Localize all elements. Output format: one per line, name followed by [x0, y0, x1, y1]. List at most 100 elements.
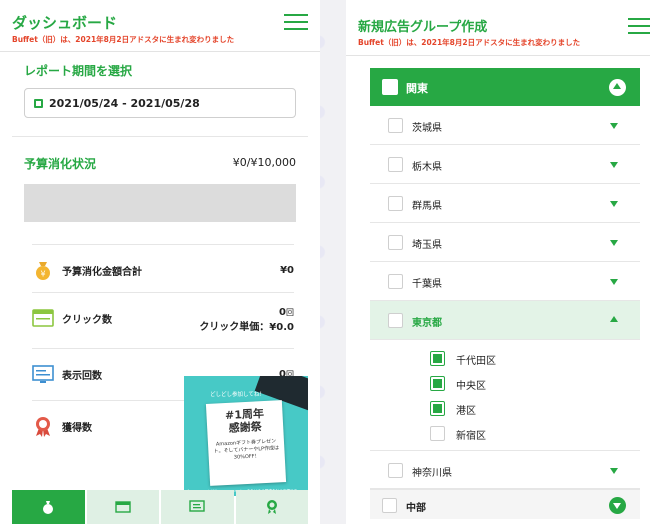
prefecture-checkbox[interactable] [388, 196, 403, 211]
ward-label: 中央区 [456, 381, 486, 392]
chevron-down-icon[interactable] [610, 162, 618, 168]
prefecture-label: 栃木県 [412, 162, 442, 173]
nav-tab-budget[interactable] [12, 490, 85, 524]
prefecture-row[interactable]: 群馬県 [370, 184, 640, 223]
chevron-down-icon[interactable] [610, 201, 618, 207]
region-label: 関東 [406, 82, 428, 95]
region-list: 関東 茨城県 栃木県 群馬県 埼玉県 千葉県 東京都 千代田区 中央区 港区 新… [370, 68, 640, 519]
notice-text: Buffet（旧）は、2021年8月2日アドスタに生まれ変わりました [358, 38, 581, 47]
prefecture-checkbox[interactable] [388, 157, 403, 172]
region-label: 中部 [406, 503, 426, 514]
ward-label: 千代田区 [456, 356, 496, 367]
stat-label: 獲得数 [62, 423, 92, 434]
page-title: ダッシュボード [12, 14, 118, 32]
prefecture-checkbox[interactable] [388, 463, 403, 478]
header: ダッシュボード Buffet（旧）は、2021年8月2日アドスタに生まれ変わりま… [0, 0, 320, 52]
prefecture-row[interactable]: 栃木県 [370, 145, 640, 184]
ward-label: 港区 [456, 406, 476, 417]
stat-label: 予算消化金額合計 [62, 267, 142, 278]
chevron-down-icon[interactable] [610, 123, 618, 129]
divider [12, 136, 308, 137]
prefecture-checkbox[interactable] [388, 118, 403, 133]
window-icon [115, 501, 131, 513]
budget-progress-bar [24, 184, 296, 222]
hamburger-menu-icon[interactable] [284, 14, 308, 31]
page-title: 新規広告グループ作成 [358, 20, 488, 35]
prefecture-checkbox[interactable] [388, 313, 403, 328]
stat-unit: 回 [286, 308, 294, 317]
prefecture-row[interactable]: 茨城県 [370, 106, 640, 145]
budget-value: ¥0/¥10,000 [232, 156, 296, 169]
nav-tab-conversions[interactable] [235, 490, 308, 524]
ward-checkbox-checked[interactable] [430, 351, 445, 366]
date-range-input[interactable]: 2021/05/24 - 2021/05/28 [24, 88, 296, 118]
prefecture-label: 千葉県 [412, 279, 442, 290]
banner-card: #1周年 感謝祭 Amazonギフト券プレゼント。そしてバナーやLP作成は30%O… [205, 400, 287, 486]
banner-headline-line2: 感謝祭 [228, 420, 263, 435]
ward-row[interactable]: 中央区 [370, 371, 640, 396]
header: 新規広告グループ作成 Buffet（旧）は、2021年8月2日アドスタに生まれ変… [346, 0, 650, 56]
budget-title: 予算消化状況 [24, 157, 97, 171]
prefecture-row[interactable]: 埼玉県 [370, 223, 640, 262]
stat-label: 表示回数 [62, 371, 102, 382]
stat-row-spend: ¥ 予算消化金額合計 ¥0 [32, 244, 294, 296]
browser-window-icon [32, 309, 54, 327]
stat-value: ¥0 [280, 265, 294, 276]
ward-label: 新宿区 [456, 431, 486, 442]
stat-label: クリック数 [62, 315, 112, 326]
collapse-circle-icon[interactable] [609, 79, 626, 96]
calendar-icon [34, 99, 43, 108]
dashboard-screen: ダッシュボード Buffet（旧）は、2021年8月2日アドスタに生まれ変わりま… [0, 0, 320, 524]
stat-value: 0 [279, 307, 286, 318]
nav-tab-clicks[interactable] [86, 490, 159, 524]
ward-list: 千代田区 中央区 港区 新宿区 [370, 340, 640, 450]
ribbon-award-icon [36, 417, 50, 437]
prefecture-checkbox[interactable] [388, 235, 403, 250]
prefecture-label: 群馬県 [412, 201, 442, 212]
banner-headline: #1周年 感謝祭 [206, 406, 283, 436]
screen-icon [189, 500, 205, 512]
budget-row: 予算消化状況 ¥0/¥10,000 [24, 155, 296, 171]
prefecture-row-tokyo[interactable]: 東京都 [370, 301, 640, 340]
prefecture-label: 茨城県 [412, 123, 442, 134]
money-bag-icon [43, 501, 54, 514]
ward-row[interactable]: 港区 [370, 396, 640, 421]
nav-tab-impressions[interactable] [161, 490, 234, 524]
hamburger-menu-icon[interactable] [628, 18, 650, 35]
region-header-kanto[interactable]: 関東 [370, 68, 640, 106]
chevron-up-icon[interactable] [610, 316, 618, 322]
prefecture-label: 埼玉県 [412, 240, 442, 251]
ward-checkbox[interactable] [430, 426, 445, 441]
region-checkbox[interactable] [382, 498, 397, 513]
prefecture-row[interactable]: 神奈川県 [370, 450, 640, 489]
date-range-value: 2021/05/24 - 2021/05/28 [49, 97, 200, 110]
coin-icon: ¥ [36, 262, 50, 280]
click-unit-price: クリック単価：¥0.0 [199, 322, 294, 333]
screen-icon [32, 365, 54, 383]
period-title: レポート期間を選択 [24, 64, 133, 78]
prefecture-label: 東京都 [412, 318, 442, 329]
ad-group-screen: 新規広告グループ作成 Buffet（旧）は、2021年8月2日アドスタに生まれ変… [346, 0, 650, 524]
chevron-down-icon[interactable] [610, 240, 618, 246]
ward-row[interactable]: 新宿区 [370, 421, 640, 446]
ward-checkbox-checked[interactable] [430, 401, 445, 416]
chevron-down-icon[interactable] [610, 279, 618, 285]
prefecture-checkbox[interactable] [388, 274, 403, 289]
region-checkbox[interactable] [382, 79, 398, 95]
banner-top-text: どしどし参加してね！ [210, 392, 265, 398]
prefecture-label: 神奈川県 [412, 468, 452, 479]
svg-text:¥: ¥ [40, 270, 45, 279]
banner-body: Amazonギフト券プレゼント。そしてバナーやLP作成は30%OFF！ [213, 438, 280, 461]
ward-row[interactable]: 千代田区 [370, 346, 640, 371]
promo-banner[interactable]: どしどし参加してね！ #1周年 感謝祭 Amazonギフト券プレゼント。そしてバナ… [184, 376, 308, 496]
prefecture-row[interactable]: 千葉県 [370, 262, 640, 301]
ward-checkbox-checked[interactable] [430, 376, 445, 391]
expand-circle-icon[interactable] [609, 497, 626, 514]
notice-text: Buffet（旧）は、2021年8月2日アドスタに生まれ変わりました [12, 35, 235, 44]
award-icon [266, 500, 277, 514]
chevron-down-icon[interactable] [610, 468, 618, 474]
stat-value-group: 0回 クリック単価：¥0.0 [199, 305, 294, 335]
bottom-nav [12, 490, 308, 524]
stat-row-clicks: クリック数 0回 クリック単価：¥0.0 [32, 292, 294, 348]
region-header-chubu[interactable]: 中部 [370, 489, 640, 519]
